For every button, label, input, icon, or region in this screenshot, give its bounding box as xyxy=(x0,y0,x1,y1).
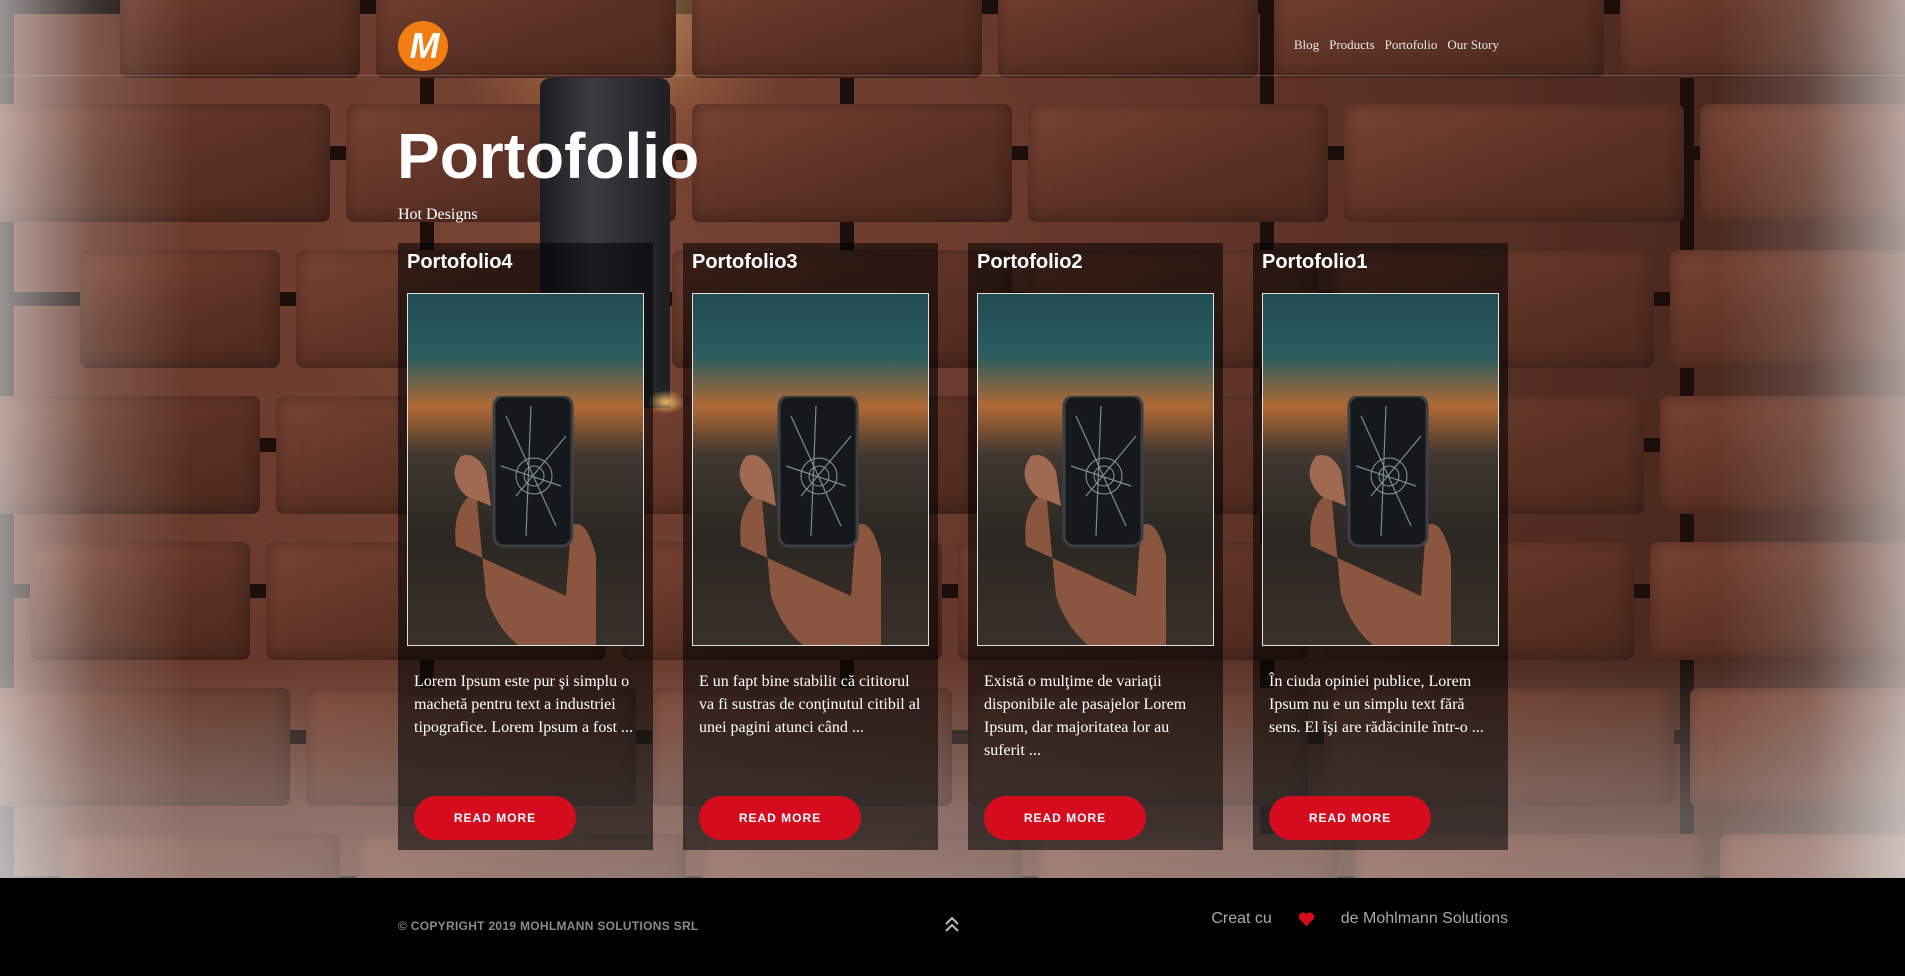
card-excerpt: Există o mulţime de variaţii disponibile… xyxy=(984,673,1187,759)
portfolio-card: Portofolio4 Lorem Ipsum este pur şi simp… xyxy=(398,243,653,850)
double-chevron-up-icon[interactable] xyxy=(942,914,962,936)
credit-prefix: Creat cu xyxy=(1211,910,1272,927)
header-divider xyxy=(0,75,1905,76)
cracked-phone-icon xyxy=(1024,396,1166,645)
cracked-phone-icon xyxy=(454,396,596,645)
cracked-phone-icon xyxy=(1309,396,1451,645)
card-image[interactable] xyxy=(1262,293,1499,646)
card-image[interactable] xyxy=(977,293,1214,646)
read-more-button[interactable]: READ MORE xyxy=(1269,796,1431,840)
credit-suffix: de Mohlmann Solutions xyxy=(1340,910,1508,927)
cracked-phone-icon xyxy=(739,396,881,645)
card-excerpt: În ciuda opiniei publice, Lorem Ipsum nu… xyxy=(1269,673,1484,736)
copyright-text: © COPYRIGHT 2019 MOHLMANN SOLUTIONS SRL xyxy=(398,919,699,933)
logo-mark: M xyxy=(409,25,440,66)
main-nav: Blog Products Portofolio Our Story xyxy=(1294,37,1499,53)
read-more-button[interactable]: READ MORE xyxy=(699,796,861,840)
nav-products[interactable]: Products xyxy=(1329,37,1375,53)
card-title[interactable]: Portofolio4 xyxy=(407,251,513,274)
card-title[interactable]: Portofolio1 xyxy=(1262,251,1368,274)
card-excerpt: E un fapt bine stabilit că cititorul va … xyxy=(699,673,921,736)
nav-portofolio[interactable]: Portofolio xyxy=(1385,37,1438,53)
portfolio-card: Portofolio2 Există o mulţime de variaţii… xyxy=(968,243,1223,850)
card-image[interactable] xyxy=(692,293,929,646)
heart-icon xyxy=(1298,912,1314,927)
page-title: Portofolio xyxy=(397,120,700,192)
nav-blog[interactable]: Blog xyxy=(1294,37,1319,53)
site-footer: © COPYRIGHT 2019 MOHLMANN SOLUTIONS SRL … xyxy=(0,878,1905,976)
card-title[interactable]: Portofolio2 xyxy=(977,251,1083,274)
nav-our-story[interactable]: Our Story xyxy=(1447,37,1499,53)
card-title[interactable]: Portofolio3 xyxy=(692,251,798,274)
read-more-button[interactable]: READ MORE xyxy=(414,796,576,840)
read-more-button[interactable]: READ MORE xyxy=(984,796,1146,840)
portfolio-card: Portofolio1 În ciuda opiniei publice, Lo… xyxy=(1253,243,1508,850)
card-excerpt: Lorem Ipsum este pur şi simplu o machetă… xyxy=(414,673,634,736)
portfolio-grid: Portofolio4 Lorem Ipsum este pur şi simp… xyxy=(398,243,1508,850)
footer-credit: Creat cu de Mohlmann Solutions xyxy=(1211,910,1508,928)
site-logo[interactable]: M xyxy=(398,21,448,71)
portfolio-card: Portofolio3 E un fapt bine stabilit că c… xyxy=(683,243,938,850)
card-image[interactable] xyxy=(407,293,644,646)
page-subtitle: Hot Designs xyxy=(398,206,478,223)
